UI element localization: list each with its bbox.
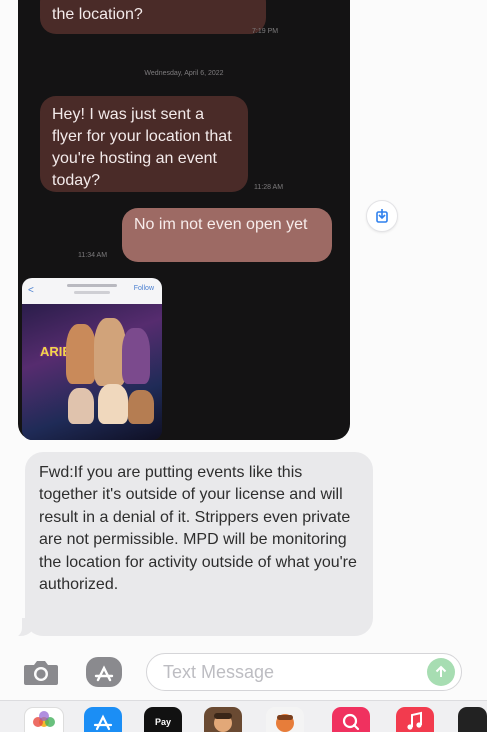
message-input-placeholder: Text Message (163, 662, 275, 682)
flyer-figure-3 (122, 328, 150, 384)
flyer-figure-4 (68, 388, 94, 424)
memoji-stickers-app-icon[interactable] (266, 707, 304, 732)
memoji-app-icon[interactable] (204, 707, 242, 732)
profile-subtitle-line (74, 291, 110, 294)
music-note-icon (407, 711, 422, 730)
incoming-message-bubble: Hey! I was just sent a flyer for your lo… (40, 96, 248, 192)
photos-app-icon[interactable] (24, 707, 64, 732)
forwarded-message-text: Fwd:If you are putting events like this … (39, 464, 357, 594)
app-store-button[interactable] (84, 655, 124, 689)
outgoing-message-text: No im not even open yet (134, 216, 308, 233)
search-icon (342, 713, 360, 731)
outgoing-message-bubble: No im not even open yet (122, 208, 332, 262)
app-store-app-icon[interactable] (84, 707, 122, 732)
memoji-sticker-icon (276, 714, 294, 732)
previous-message-text: the location? (52, 6, 143, 23)
forwarded-message-bubble[interactable]: Fwd:If you are putting events like this … (25, 452, 373, 636)
share-icon (376, 209, 388, 223)
profile-title-line (67, 284, 117, 287)
incoming-message-text: Hey! I was just sent a flyer for your lo… (52, 106, 232, 189)
app-store-icon (86, 657, 122, 687)
flyer-header: < Follow (22, 278, 162, 304)
arrow-up-icon (435, 665, 447, 677)
previous-message-bubble: the location? (40, 0, 266, 34)
send-button[interactable] (427, 658, 455, 686)
previous-message-time: 7:19 PM (252, 28, 279, 35)
date-separator: Wednesday, April 6, 2022 (144, 70, 224, 77)
flyer-figure-6 (128, 390, 154, 424)
music-app-icon[interactable] (396, 707, 434, 732)
message-input[interactable]: Text Message (146, 653, 462, 691)
messages-screen: the location? 7:19 PM Wednesday, April 6… (0, 0, 487, 732)
app-drawer: Pay (0, 700, 487, 732)
search-gifs-app-icon[interactable] (332, 707, 370, 732)
flyer-artwork: ARIES (22, 304, 162, 440)
memoji-face-icon (214, 713, 232, 732)
app-store-logo-icon (93, 714, 113, 731)
follow-button: Follow (133, 285, 154, 292)
apple-pay-label: Pay (154, 717, 171, 727)
flyer-figure-5 (98, 384, 128, 424)
apple-pay-app-icon[interactable]: Pay (144, 707, 182, 732)
camera-icon (24, 661, 58, 685)
back-icon: < (28, 285, 34, 296)
outgoing-message-time: 11:34 AM (78, 252, 108, 259)
photos-icon (33, 711, 55, 727)
composer-bar: Text Message (0, 648, 487, 696)
flyer-title: ARIES (40, 344, 80, 359)
share-button[interactable] (366, 200, 398, 232)
flyer-figure-1 (66, 324, 96, 384)
incoming-message-time: 11:28 AM (254, 184, 284, 191)
flyer-image[interactable]: < Follow ARIES (22, 278, 162, 440)
more-apps-icon[interactable] (458, 707, 487, 732)
camera-button[interactable] (22, 656, 60, 688)
